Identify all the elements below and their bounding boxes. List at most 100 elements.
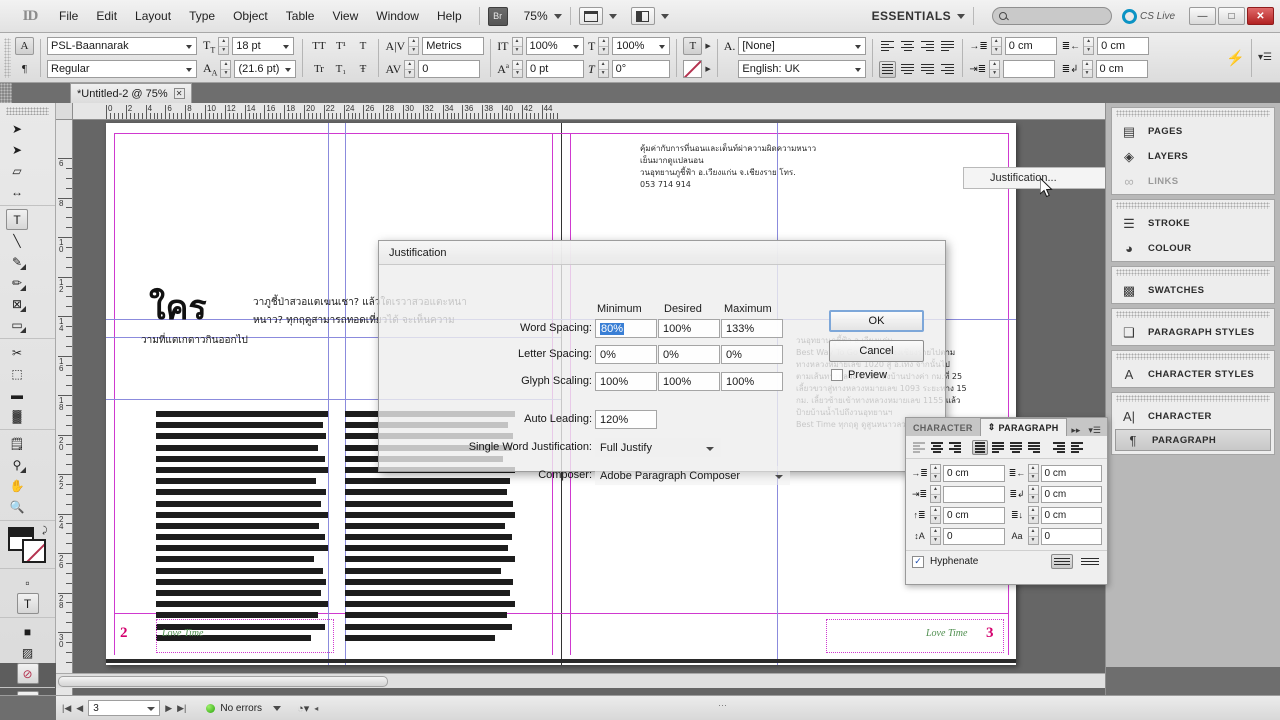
pp-left-indent-field[interactable]: 0 cm [943, 464, 1005, 482]
character-style-field[interactable]: [None] [738, 37, 867, 55]
align-center-button[interactable] [899, 38, 916, 55]
character-formatting-button[interactable]: A [15, 37, 34, 55]
menu-layout[interactable]: Layout [126, 5, 180, 27]
pp-justify-right-button[interactable] [1026, 440, 1042, 455]
menu-window[interactable]: Window [367, 5, 428, 27]
selection-tool[interactable]: ➤ [6, 118, 28, 139]
pp-justify-all-button[interactable] [972, 440, 988, 455]
document-right-text-block[interactable]: คุ้มค่ากับการที่นอนและเต็นท์ผ่าความผิดคว… [640, 143, 890, 191]
glyph-scaling-minimum-field[interactable]: 100% [595, 372, 657, 391]
baseline-shift-field[interactable]: 0 pt [525, 60, 584, 78]
search-input[interactable] [991, 7, 1112, 25]
ruler-origin[interactable] [56, 103, 73, 120]
page-number-field[interactable]: 3 [88, 700, 161, 716]
menu-object[interactable]: Object [224, 5, 277, 27]
dock-item-paragraph[interactable]: ¶ PARAGRAPH [1115, 429, 1271, 451]
stroke-colour-swatch[interactable] [683, 60, 703, 78]
pp-align-center-button[interactable] [929, 440, 945, 455]
screen-mode-control[interactable] [578, 7, 617, 25]
glyph-scaling-maximum-field[interactable]: 100% [721, 372, 783, 391]
panel-menu-icon[interactable]: ▾☰ [1088, 425, 1101, 436]
stroke-box[interactable] [21, 539, 46, 563]
dock-group-grip[interactable] [1116, 269, 1270, 276]
ok-button[interactable]: OK [829, 310, 924, 332]
pp-left-indent-stepper[interactable]: ▲ ▼ [930, 464, 941, 482]
pp-justify-last-left-button[interactable] [990, 440, 1006, 455]
horizontal-scale-field[interactable]: 100% [612, 37, 671, 55]
resize-handle-icon[interactable]: ◂ [314, 704, 318, 713]
language-field[interactable]: English: UK [738, 60, 867, 78]
hyphenate-checkbox[interactable]: ✓ [912, 555, 924, 568]
paragraph-panel[interactable]: CHARACTER ⇕ PARAGRAPH ▸▸ ▾☰ →≣ ▲ ▼ 0 cm … [905, 417, 1108, 585]
pp-first-line-indent-stepper[interactable]: ▲ ▼ [930, 485, 941, 503]
chevron-down-icon[interactable] [273, 705, 282, 711]
dock-item-swatches[interactable]: ▩ SWATCHES [1112, 278, 1274, 303]
ignore-text-wrap-button[interactable] [1079, 554, 1101, 569]
preview-checkbox[interactable]: Preview [831, 369, 887, 381]
first-page-button[interactable]: |◀ [62, 703, 71, 714]
all-caps-button[interactable]: TT [309, 37, 328, 55]
horizontal-scrollbar[interactable] [56, 673, 1105, 688]
align-towards-spine-button[interactable] [939, 61, 956, 78]
gradient-swatch-tool[interactable]: ▬ [6, 384, 28, 405]
last-line-indent-field[interactable]: 0 cm [1095, 60, 1148, 78]
direct-selection-tool[interactable]: ➤ [6, 139, 28, 160]
pp-first-line-indent-field[interactable] [943, 485, 1005, 503]
letter-spacing-maximum-field[interactable]: 0% [721, 345, 783, 364]
close-button[interactable]: ✕ [1247, 7, 1274, 25]
single-word-justification-select[interactable]: Full Justify [595, 438, 721, 457]
footer-frame-right[interactable] [826, 619, 1004, 653]
panel-grip[interactable] [4, 37, 11, 78]
balance-ragged-lines-button[interactable] [1051, 554, 1073, 569]
document-status-icon[interactable]: ◔▾ [297, 702, 309, 715]
first-line-indent-stepper[interactable]: ▲ ▼ [989, 60, 1001, 78]
dock-item-colour[interactable]: ◕ COLOUR [1112, 236, 1274, 261]
letter-spacing-desired-field[interactable]: 0% [658, 345, 720, 364]
right-indent-field[interactable]: 0 cm [1097, 37, 1150, 55]
justify-last-left-button[interactable] [939, 38, 956, 55]
kerning-stepper[interactable]: ▲ ▼ [408, 37, 420, 55]
close-icon[interactable]: ✕ [173, 88, 185, 99]
small-caps-button[interactable]: Tr [309, 60, 328, 78]
pp-align-toward-spine-button[interactable] [1051, 440, 1067, 455]
vertical-scale-field[interactable]: 100% [525, 37, 584, 55]
word-spacing-maximum-field[interactable]: 133% [721, 319, 783, 338]
menu-type[interactable]: Type [180, 5, 224, 27]
dock-group-grip[interactable] [1116, 110, 1270, 117]
apply-gradient-button[interactable]: ▨ [17, 642, 39, 663]
vertical-ruler[interactable]: 6 8 10 12 14 16 18 20 22 24 26 28 30 [56, 120, 73, 695]
pencil-tool[interactable]: ✏ [6, 272, 28, 293]
leading-stepper[interactable]: ▲ ▼ [220, 60, 232, 78]
font-size-stepper[interactable]: ▲ ▼ [218, 37, 230, 55]
align-left-button[interactable] [879, 38, 896, 55]
subscript-button[interactable]: T₁ [331, 60, 350, 78]
rectangle-tool[interactable]: ▭ [6, 314, 28, 335]
dock-group-grip[interactable] [1116, 311, 1270, 318]
format-container-button[interactable]: ▫ [17, 572, 39, 593]
justification-dialog[interactable]: Justification Minimum Desired Maximum Wo… [378, 240, 946, 485]
collapse-icon[interactable]: ▸▸ [1071, 425, 1080, 436]
dock-item-layers[interactable]: ◈ LAYERS [1112, 144, 1274, 169]
text-column-1[interactable] [156, 411, 328, 646]
dock-group-grip[interactable] [1116, 202, 1270, 209]
previous-page-button[interactable]: ◀ [76, 703, 83, 714]
pp-drop-cap-chars-field[interactable]: 0 [1040, 527, 1102, 545]
workspace-switcher[interactable]: ESSENTIALS [872, 9, 965, 23]
pp-right-indent-stepper[interactable]: ▲ ▼ [1027, 464, 1039, 482]
vertical-scale-stepper[interactable]: ▲ ▼ [511, 37, 523, 55]
last-line-indent-stepper[interactable]: ▲ ▼ [1081, 60, 1093, 78]
note-tool[interactable]: 🗒 [6, 433, 28, 454]
font-size-field[interactable]: 18 pt [232, 37, 295, 55]
panel-resize-grip[interactable]: ⋯ [718, 700, 728, 711]
next-page-button[interactable]: ▶ [165, 703, 172, 714]
type-tool[interactable]: T [6, 209, 28, 230]
auto-leading-field[interactable]: 120% [595, 410, 657, 429]
hand-tool[interactable]: ✋ [6, 475, 28, 496]
scissors-tool[interactable]: ✂ [6, 342, 28, 363]
zoom-level-control[interactable]: 75% [524, 9, 562, 23]
document-tab[interactable]: *Untitled-2 @ 75% ✕ [70, 83, 192, 103]
minimize-button[interactable]: — [1189, 7, 1216, 25]
toolbox-grip[interactable] [6, 107, 49, 115]
pp-space-before-field[interactable]: 0 cm [943, 506, 1005, 524]
dock-item-character[interactable]: A| CHARACTER [1112, 404, 1274, 429]
